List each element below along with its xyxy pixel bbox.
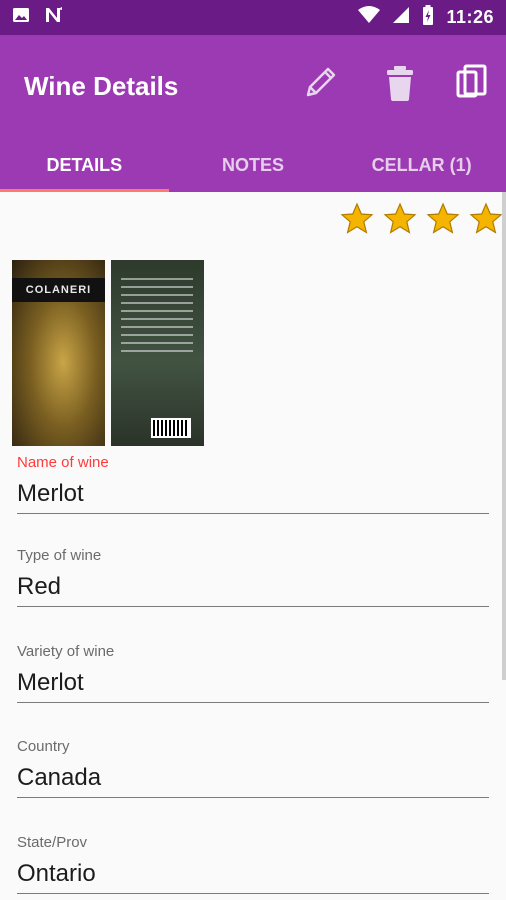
country-input[interactable]: Canada bbox=[17, 758, 489, 798]
field-label: Name of wine bbox=[17, 454, 109, 471]
star-icon[interactable] bbox=[426, 202, 460, 236]
n-notification-icon bbox=[44, 6, 64, 29]
star-icon[interactable] bbox=[383, 202, 417, 236]
signal-icon bbox=[392, 6, 410, 29]
variety-of-wine-input[interactable]: Merlot bbox=[17, 663, 489, 703]
field-label: Variety of wine bbox=[17, 643, 115, 660]
type-of-wine-input[interactable]: Red bbox=[17, 567, 489, 607]
edit-button[interactable] bbox=[300, 65, 340, 105]
bottle-back-photo[interactable] bbox=[111, 260, 204, 446]
delete-button[interactable] bbox=[380, 65, 420, 105]
tab-notes[interactable]: NOTES bbox=[169, 138, 338, 192]
wifi-icon bbox=[358, 6, 381, 29]
app-bar: Wine Details bbox=[0, 35, 506, 138]
bottle-label-text: COLANERI bbox=[12, 278, 105, 302]
trash-icon bbox=[384, 64, 416, 107]
tab-cellar[interactable]: CELLAR (1) bbox=[337, 138, 506, 192]
field-variety-of-wine[interactable]: Variety of wine Merlot bbox=[17, 643, 489, 703]
field-country[interactable]: Country Canada bbox=[17, 738, 489, 798]
pencil-icon bbox=[300, 63, 340, 108]
bottle-front-photo[interactable]: COLANERI bbox=[12, 260, 105, 446]
details-content[interactable]: COLANERI Name of wine Merlot Type of win… bbox=[0, 192, 506, 900]
tab-details[interactable]: DETAILS bbox=[0, 138, 169, 192]
status-time: 11:26 bbox=[446, 7, 494, 27]
battery-icon bbox=[422, 5, 434, 30]
tab-bar: DETAILS NOTES CELLAR (1) bbox=[0, 138, 506, 192]
field-label: State/Prov bbox=[17, 834, 88, 851]
wine-photos: COLANERI bbox=[12, 260, 204, 446]
name-of-wine-input[interactable]: Merlot bbox=[17, 474, 489, 514]
field-state-prov[interactable]: State/Prov Ontario bbox=[17, 834, 489, 894]
star-icon[interactable] bbox=[469, 202, 503, 236]
copy-icon bbox=[456, 64, 488, 107]
copy-button[interactable] bbox=[452, 64, 492, 107]
scrollbar[interactable] bbox=[502, 192, 506, 680]
barcode-image bbox=[151, 418, 191, 438]
star-icon[interactable] bbox=[340, 202, 374, 236]
image-icon bbox=[12, 6, 30, 29]
state-prov-input[interactable]: Ontario bbox=[17, 854, 489, 894]
field-name-of-wine[interactable]: Name of wine Merlot bbox=[17, 454, 489, 514]
field-type-of-wine[interactable]: Type of wine Red bbox=[17, 547, 489, 607]
page-title: Wine Details bbox=[24, 71, 179, 101]
status-bar: 11:26 bbox=[0, 0, 506, 35]
rating-stars[interactable] bbox=[340, 202, 503, 236]
field-label: Type of wine bbox=[17, 547, 102, 564]
field-label: Country bbox=[17, 738, 70, 755]
